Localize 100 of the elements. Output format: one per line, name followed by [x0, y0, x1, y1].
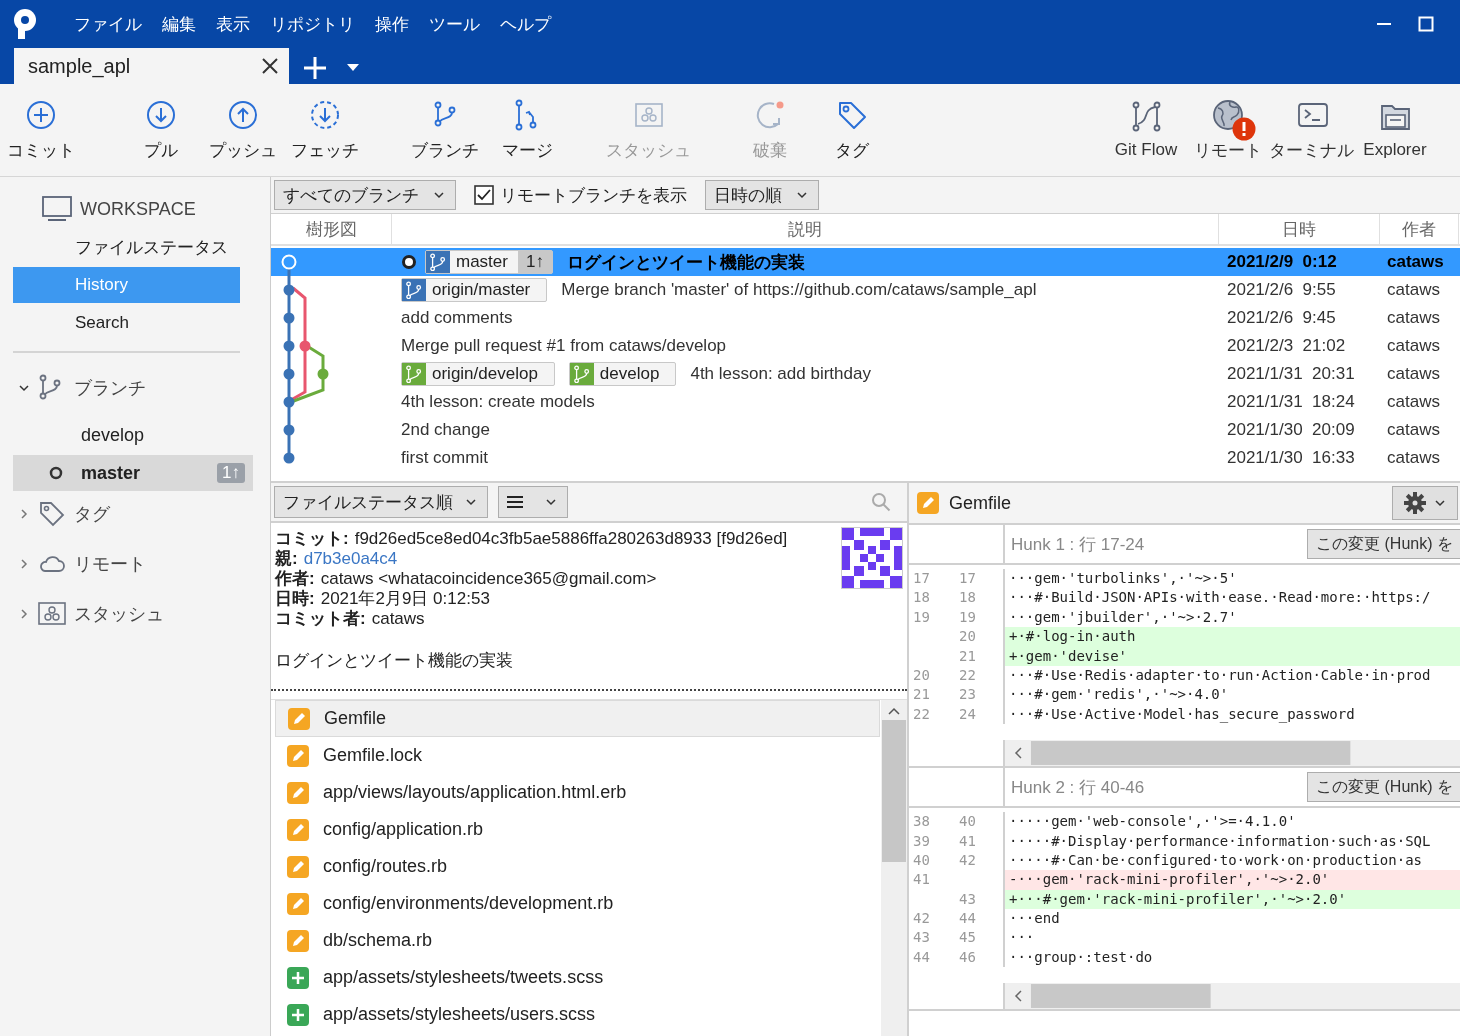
- sidebar-item[interactable]: Search: [13, 305, 240, 341]
- list-icon: [507, 495, 523, 509]
- add-tab-icon[interactable]: [303, 56, 327, 80]
- line-number: 40: [912, 850, 931, 870]
- file-item[interactable]: config/application.rb: [275, 811, 880, 848]
- sidebar-group-header[interactable]: スタッシュ: [0, 593, 170, 635]
- commit-row[interactable]: add comments 2021/2/6 9:45 cataws: [271, 304, 1460, 332]
- toolbar-button[interactable]: ブランチ: [404, 84, 486, 176]
- commit-row[interactable]: origin/develop develop 4th lesson: add birthday 2021/1/31 20:31 cataws: [271, 360, 1460, 388]
- branch-filter-dropdown[interactable]: すべてのブランチ: [274, 180, 456, 210]
- line-number: 44: [955, 909, 1005, 929]
- commit-author: cataws: [1386, 308, 1441, 328]
- toolbar-button[interactable]: タグ: [811, 84, 893, 176]
- commit-dot: [283, 452, 295, 464]
- column-header[interactable]: 作者: [1380, 214, 1459, 244]
- toolbar-button[interactable]: Explorer: [1354, 84, 1436, 176]
- line-number: 43: [912, 928, 931, 948]
- commit-row[interactable]: 2nd change 2021/1/30 20:09 cataws: [271, 416, 1460, 444]
- line-number: 38: [912, 812, 931, 832]
- line-number: 21: [912, 685, 931, 705]
- sidebar-group-header[interactable]: タグ: [0, 493, 116, 535]
- sort-dropdown[interactable]: 日時の順: [705, 180, 819, 210]
- column-header[interactable]: 樹形図: [271, 214, 392, 244]
- commit-row[interactable]: Merge pull request #1 from cataws/develop 2021/2/3 21:02 cataws: [271, 332, 1460, 360]
- field-value: f9d26ed5ce8ed04c3fb5ae5886ffa280263d8933 [f9d26ed]: [354, 529, 788, 548]
- commit-date: 2021/1/30 16:33: [1226, 448, 1356, 468]
- file-item[interactable]: db/schema.rb: [275, 922, 880, 959]
- commit-message: ログインとツイート機能の実装: [566, 251, 805, 274]
- toolbar-button[interactable]: リモート: [1187, 84, 1269, 176]
- commit-message: 2nd change: [401, 420, 490, 440]
- menu-item[interactable]: ヘルプ: [490, 12, 561, 36]
- dropdown-caret-icon[interactable]: [347, 64, 359, 72]
- file-item[interactable]: config/routes.rb: [275, 848, 880, 885]
- commit-row[interactable]: origin/master Merge branch 'master' of https://github.com/cataws/sample_apl 2021/2/6 9:55 cataws: [271, 276, 1460, 304]
- hunk-action-button[interactable]: この変更 (Hunk) を: [1307, 772, 1460, 803]
- column-header[interactable]: 日時: [1219, 214, 1380, 244]
- parent-commit-link[interactable]: d7b3e0a4c4: [303, 549, 398, 568]
- repository-tab[interactable]: sample_apl: [14, 48, 289, 84]
- field-value: cataws <whatacoincidence365@gmail.com>: [320, 569, 657, 588]
- file-sort-dropdown[interactable]: ファイルステータス順: [274, 486, 488, 518]
- column-header[interactable]: 説明: [392, 214, 1219, 244]
- toolbar-button[interactable]: マージ: [486, 84, 568, 176]
- toolbar-button[interactable]: ターミナル: [1269, 84, 1354, 176]
- commit-message: ログインとツイート機能の実装: [275, 650, 514, 672]
- menu-item[interactable]: 操作: [365, 12, 419, 36]
- commit-row[interactable]: master 1↑ ログインとツイート機能の実装 2021/2/9 0:12 cataws: [271, 248, 1460, 276]
- line-number: 17: [955, 569, 1005, 589]
- menu-item[interactable]: ファイル: [64, 12, 152, 36]
- menu-item[interactable]: リポジトリ: [260, 12, 365, 36]
- branch-label: develop: [568, 362, 677, 386]
- sidebar-group-header[interactable]: ブランチ: [0, 367, 152, 409]
- file-item[interactable]: Gemfile: [275, 700, 880, 737]
- commit-dot: [283, 396, 295, 408]
- commit-row[interactable]: 4th lesson: create models 2021/1/31 18:24 cataws: [271, 388, 1460, 416]
- show-remote-checkbox[interactable]: リモートブランチを表示: [474, 183, 687, 207]
- hunk-action-button[interactable]: この変更 (Hunk) を: [1307, 529, 1460, 559]
- line-number: 42: [912, 909, 931, 929]
- code-line: ·····gem·'web-console',·'>=·4.1.0': [1008, 812, 1297, 832]
- commit-row[interactable]: first commit 2021/1/30 16:33 cataws: [271, 444, 1460, 472]
- close-icon[interactable]: [261, 57, 279, 75]
- view-mode-dropdown[interactable]: [498, 486, 568, 518]
- sidebar-group-header[interactable]: リモート: [0, 543, 152, 585]
- toolbar-button[interactable]: コミット: [0, 84, 82, 176]
- branch-item[interactable]: master 1↑: [13, 455, 253, 491]
- push-icon: [227, 98, 259, 131]
- code-line: ···#·Use·Active·Model·has_secure_password: [1008, 704, 1356, 725]
- toolbar-button[interactable]: プル: [120, 84, 202, 176]
- file-item[interactable]: Gemfile.lock: [275, 737, 880, 774]
- commit-date: 2021/1/30 20:09: [1226, 420, 1356, 440]
- added-file-icon: [287, 1003, 309, 1026]
- code-line: ···end: [1008, 909, 1061, 929]
- file-item[interactable]: config/environments/development.rb: [275, 885, 880, 922]
- sidebar-item[interactable]: ファイルステータス: [13, 229, 240, 265]
- code-line: ···#·gem·'redis',·'~>·4.0': [1008, 685, 1230, 705]
- file-name: Gemfile: [949, 492, 1012, 514]
- menu-item[interactable]: 表示: [206, 12, 260, 36]
- toolbar-button[interactable]: Git Flow: [1105, 84, 1187, 176]
- modified-file-icon: [917, 492, 939, 514]
- file-item[interactable]: app/views/layouts/application.html.erb: [275, 774, 880, 811]
- branch-item[interactable]: develop: [13, 417, 253, 453]
- checkbox-icon[interactable]: [474, 185, 494, 205]
- commit-date: 2021/2/6 9:55: [1226, 280, 1337, 300]
- commit-dot: [283, 424, 295, 436]
- settings-button[interactable]: [1392, 486, 1458, 520]
- line-number: 19: [912, 607, 931, 627]
- file-item[interactable]: app/assets/stylesheets/users.scss: [275, 996, 880, 1033]
- modified-file-icon: [287, 744, 309, 767]
- line-number: 46: [955, 947, 1005, 968]
- line-number: 22: [955, 665, 1005, 686]
- menu-item[interactable]: ツール: [419, 12, 490, 36]
- maximize-icon[interactable]: [1418, 16, 1434, 32]
- toolbar-button[interactable]: フェッチ: [284, 84, 366, 176]
- file-item[interactable]: app/assets/stylesheets/tweets.scss: [275, 959, 880, 996]
- commit-date: 2021/2/9 0:12: [1226, 252, 1338, 272]
- stash-icon: [38, 600, 66, 628]
- modified-file-icon: [287, 929, 309, 952]
- menu-item[interactable]: 編集: [152, 12, 206, 36]
- toolbar-button[interactable]: プッシュ: [202, 84, 284, 176]
- chevron-down-icon: [545, 496, 557, 508]
- settings-icon: [1404, 492, 1426, 514]
